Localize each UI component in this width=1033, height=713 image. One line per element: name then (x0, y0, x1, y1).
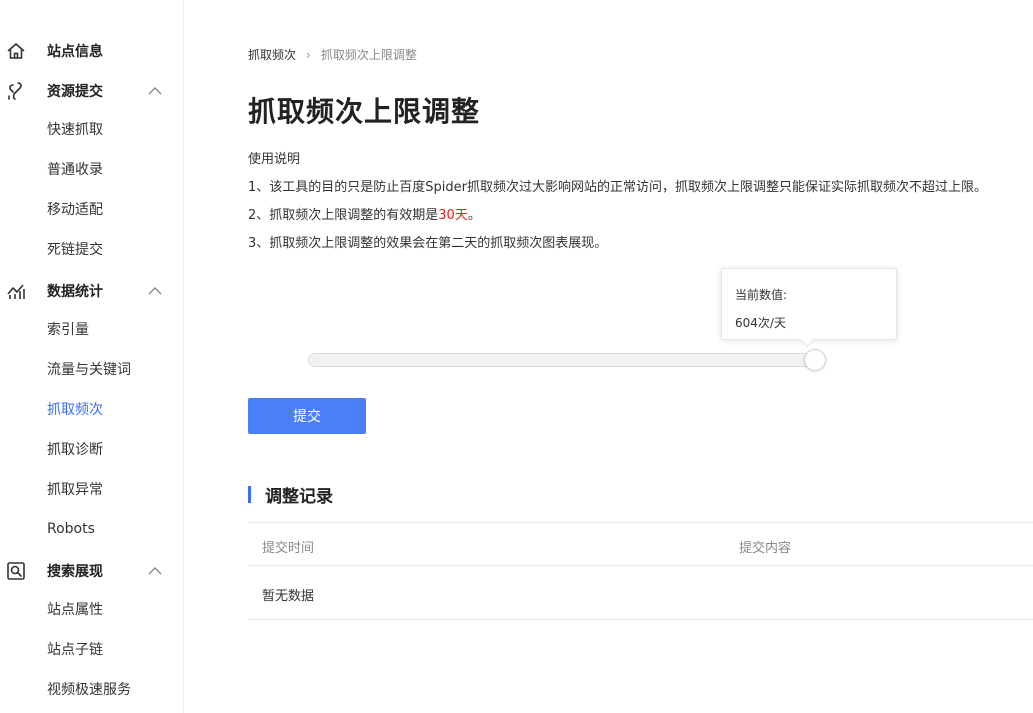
empty-state-text: 暂无数据 (262, 589, 315, 604)
records-table: 提交时间 提交内容 暂无数据 (248, 522, 1033, 620)
breadcrumb-current: 抓取频次上限调整 (320, 48, 417, 62)
sidebar-item-label: 抓取频次 (47, 402, 103, 418)
section-accent-bar (248, 485, 251, 503)
link-icon (8, 82, 22, 100)
tooltip-arrow (799, 332, 815, 348)
chevron-up-icon[interactable] (146, 284, 164, 298)
slider-fill (309, 354, 816, 366)
sidebar-item-label: Robots (47, 521, 95, 537)
slider-value-tooltip: 当前数值: 604次/天 (721, 268, 897, 348)
chevron-up-icon[interactable] (146, 564, 164, 578)
sidebar-item-traffic-keywords[interactable]: 流量与关键词 (0, 349, 183, 389)
sidebar-group-resource-submit[interactable]: 资源提交 (0, 71, 183, 111)
sidebar-item-mobile-adapt[interactable]: 移动适配 (0, 189, 183, 229)
sidebar-item-site-sublinks[interactable]: 站点子链 (0, 629, 183, 669)
page-title: 抓取频次上限调整 (248, 95, 481, 128)
home-icon (7, 43, 25, 59)
sidebar-item-site-attributes[interactable]: 站点属性 (0, 589, 183, 629)
sidebar-item-label: 快速抓取 (47, 122, 103, 138)
records-title: 调整记录 (265, 486, 333, 507)
instructions-line-3: 3、抓取频次上限调整的效果会在第二天的抓取频次图表展现。 (248, 236, 608, 251)
records-section-title: 调整记录 (248, 483, 333, 507)
sidebar-item-crawl-frequency[interactable]: 抓取频次 (0, 389, 183, 429)
crawl-limit-slider-handle[interactable] (804, 349, 826, 371)
sidebar-item-fast-crawl[interactable]: 快速抓取 (0, 109, 183, 149)
sidebar-item-label: 抓取异常 (47, 482, 103, 498)
instructions-heading: 使用说明 (248, 152, 301, 167)
sidebar-item-label: 视频极速服务 (47, 682, 131, 698)
chevron-up-icon[interactable] (146, 84, 164, 98)
sidebar-item-normal-index[interactable]: 普通收录 (0, 149, 183, 189)
validity-period: 30天 (438, 208, 468, 223)
sidebar-item-crawl-diagnosis[interactable]: 抓取诊断 (0, 429, 183, 469)
sidebar-item-crawl-errors[interactable]: 抓取异常 (0, 469, 183, 509)
sidebar-group-label: 站点信息 (47, 44, 103, 60)
sidebar-item-dead-link[interactable]: 死链提交 (0, 229, 183, 269)
sidebar-group-site-info[interactable]: 站点信息 (0, 31, 183, 71)
sidebar-item-label: 死链提交 (47, 242, 103, 258)
sidebar-group-label: 资源提交 (47, 84, 103, 100)
breadcrumb-separator-icon: › (306, 47, 311, 62)
breadcrumb: 抓取频次 › 抓取频次上限调整 (248, 46, 417, 63)
instructions-line-1: 1、该工具的目的只是防止百度Spider抓取频次过大影响网站的正常访问，抓取频次… (248, 180, 987, 195)
sidebar-item-label: 抓取诊断 (47, 442, 103, 458)
tooltip-label: 当前数值: (735, 288, 788, 302)
search-view-icon (7, 562, 25, 580)
instructions-line-2: 2、抓取频次上限调整的有效期是30天。 (248, 204, 481, 223)
main-content: 抓取频次 › 抓取频次上限调整 抓取频次上限调整 使用说明 1、该工具的目的只是… (248, 0, 1033, 713)
column-header-submit-content: 提交内容 (739, 541, 792, 556)
sidebar-item-video-speed[interactable]: 视频极速服务 (0, 669, 183, 709)
table-header-row: 提交时间 提交内容 (248, 522, 1033, 565)
crawl-limit-slider-track[interactable] (308, 353, 820, 367)
breadcrumb-parent[interactable]: 抓取频次 (248, 46, 296, 63)
sidebar-group-data-stats[interactable]: 数据统计 (0, 271, 183, 311)
instructions-line-2-suffix: 。 (467, 208, 481, 223)
sidebar-item-index-volume[interactable]: 索引量 (0, 309, 183, 349)
sidebar-item-label: 站点属性 (47, 602, 103, 618)
sidebar-item-label: 流量与关键词 (47, 362, 131, 378)
column-header-submit-time: 提交时间 (262, 541, 315, 556)
sidebar-group-label: 数据统计 (47, 284, 103, 300)
sidebar: 站点信息 资源提交 快速抓取 普通收录 移动适配 死链提交 数据统计 索引量 流… (0, 0, 184, 713)
sidebar-item-robots[interactable]: Robots (0, 509, 183, 549)
sidebar-group-search-display[interactable]: 搜索展现 (0, 551, 183, 591)
sidebar-group-label: 搜索展现 (47, 564, 103, 580)
instructions-line-2-prefix: 2、抓取频次上限调整的有效期是 (248, 208, 439, 223)
submit-button[interactable]: 提交 (248, 398, 366, 434)
sidebar-item-label: 站点子链 (47, 642, 103, 658)
sidebar-item-label: 移动适配 (47, 202, 103, 218)
table-empty-row: 暂无数据 (248, 565, 1033, 620)
sidebar-item-label: 索引量 (47, 322, 89, 338)
sidebar-item-label: 普通收录 (47, 162, 103, 178)
tooltip-value: 604次/天 (735, 316, 786, 330)
stats-icon (7, 284, 25, 299)
